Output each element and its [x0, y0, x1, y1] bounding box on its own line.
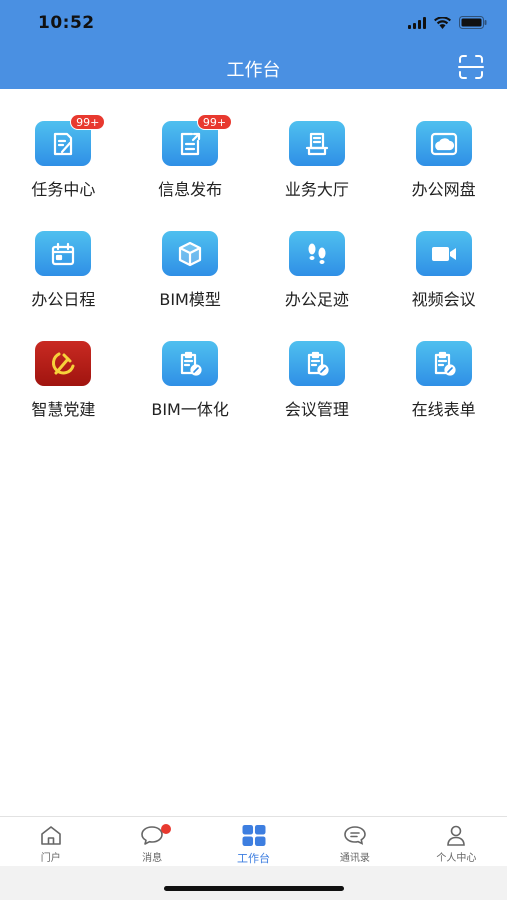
app-tile-business-hall[interactable]: 业务大厅 — [254, 110, 381, 200]
status-time: 10:52 — [38, 13, 95, 33]
video-icon — [415, 231, 472, 276]
form-edit-icon — [162, 341, 219, 386]
scan-icon — [458, 55, 484, 79]
system-icons — [408, 16, 487, 29]
hall-icon — [288, 121, 345, 166]
app-tile-label: 在线表单 — [411, 400, 476, 419]
tab-label: 工作台 — [237, 852, 271, 865]
app-tile-label: 办公网盘 — [411, 180, 476, 199]
app-tile-label: 办公日程 — [31, 290, 96, 309]
cloud-disk-icon — [415, 121, 472, 166]
tab-messages[interactable]: 消息 — [101, 817, 202, 866]
app-tile-label: BIM一体化 — [151, 400, 229, 419]
tab-label: 通讯录 — [339, 853, 370, 864]
app-tile-video-meeting[interactable]: 视频会议 — [380, 220, 507, 310]
badge-count: 99+ — [70, 114, 106, 130]
cellular-signal-icon — [408, 16, 426, 29]
app-tile-label: 办公足迹 — [284, 290, 349, 309]
app-tile-cloud-disk[interactable]: 办公网盘 — [380, 110, 507, 200]
app-tile-online-form[interactable]: 在线表单 — [380, 330, 507, 420]
bottom-tab-bar: 门户 消息 工作台 通讯录 个人中心 — [0, 816, 507, 866]
status-bar: 10:52 — [0, 0, 507, 44]
app-tile-label: 任务中心 — [31, 180, 96, 199]
party-emblem-icon — [35, 341, 92, 386]
app-tile-office-footprint[interactable]: 办公足迹 — [254, 220, 381, 310]
app-tile-label: BIM模型 — [159, 290, 221, 309]
app-tile-office-schedule[interactable]: 办公日程 — [0, 220, 127, 310]
app-tile-meeting-management[interactable]: 会议管理 — [254, 330, 381, 420]
tab-label: 消息 — [142, 853, 163, 864]
app-tile-info-publish[interactable]: 99+ 信息发布 — [127, 110, 254, 200]
app-tile-bim-integration[interactable]: BIM一体化 — [127, 330, 254, 420]
scan-button[interactable] — [457, 54, 485, 80]
page-title: 工作台 — [226, 60, 281, 81]
footprint-icon — [288, 231, 345, 276]
task-doc-icon: 99+ — [35, 114, 106, 166]
home-icon — [40, 826, 61, 845]
publish-icon: 99+ — [162, 114, 233, 166]
contacts-icon — [344, 826, 366, 845]
app-tile-label: 信息发布 — [158, 180, 223, 199]
cube-icon — [162, 231, 219, 276]
app-header: 10:52 工作台 — [0, 0, 507, 89]
tab-contacts[interactable]: 通讯录 — [304, 817, 405, 866]
app-tile-bim-model[interactable]: BIM模型 — [127, 220, 254, 310]
app-tile-label: 会议管理 — [284, 400, 349, 419]
form-edit-icon — [288, 341, 345, 386]
calendar-icon — [35, 231, 92, 276]
badge-count: 99+ — [196, 114, 233, 130]
tab-label: 个人中心 — [436, 853, 477, 864]
app-tile-label: 智慧党建 — [31, 400, 96, 419]
home-indicator-area — [0, 866, 507, 900]
battery-icon — [459, 16, 487, 29]
tab-label: 门户 — [40, 853, 61, 864]
unread-dot — [161, 824, 172, 834]
wifi-icon — [434, 16, 451, 29]
tab-portal[interactable]: 门户 — [0, 817, 101, 866]
grid-icon — [242, 824, 266, 847]
app-tile-task-center[interactable]: 99+ 任务中心 — [0, 110, 127, 200]
form-edit-icon — [415, 341, 472, 386]
app-tile-label: 视频会议 — [411, 290, 476, 309]
tab-workbench[interactable]: 工作台 — [203, 817, 304, 866]
app-tile-smart-party[interactable]: 智慧党建 — [0, 330, 127, 420]
app-grid: 99+ 任务中心 99+ 信息发布 业务大厅 办公网盘 办公日程 BIM模型 办… — [0, 110, 507, 420]
app-tile-label: 业务大厅 — [284, 180, 349, 199]
user-icon — [447, 825, 466, 846]
tab-profile[interactable]: 个人中心 — [406, 817, 507, 866]
home-indicator[interactable] — [164, 886, 344, 891]
